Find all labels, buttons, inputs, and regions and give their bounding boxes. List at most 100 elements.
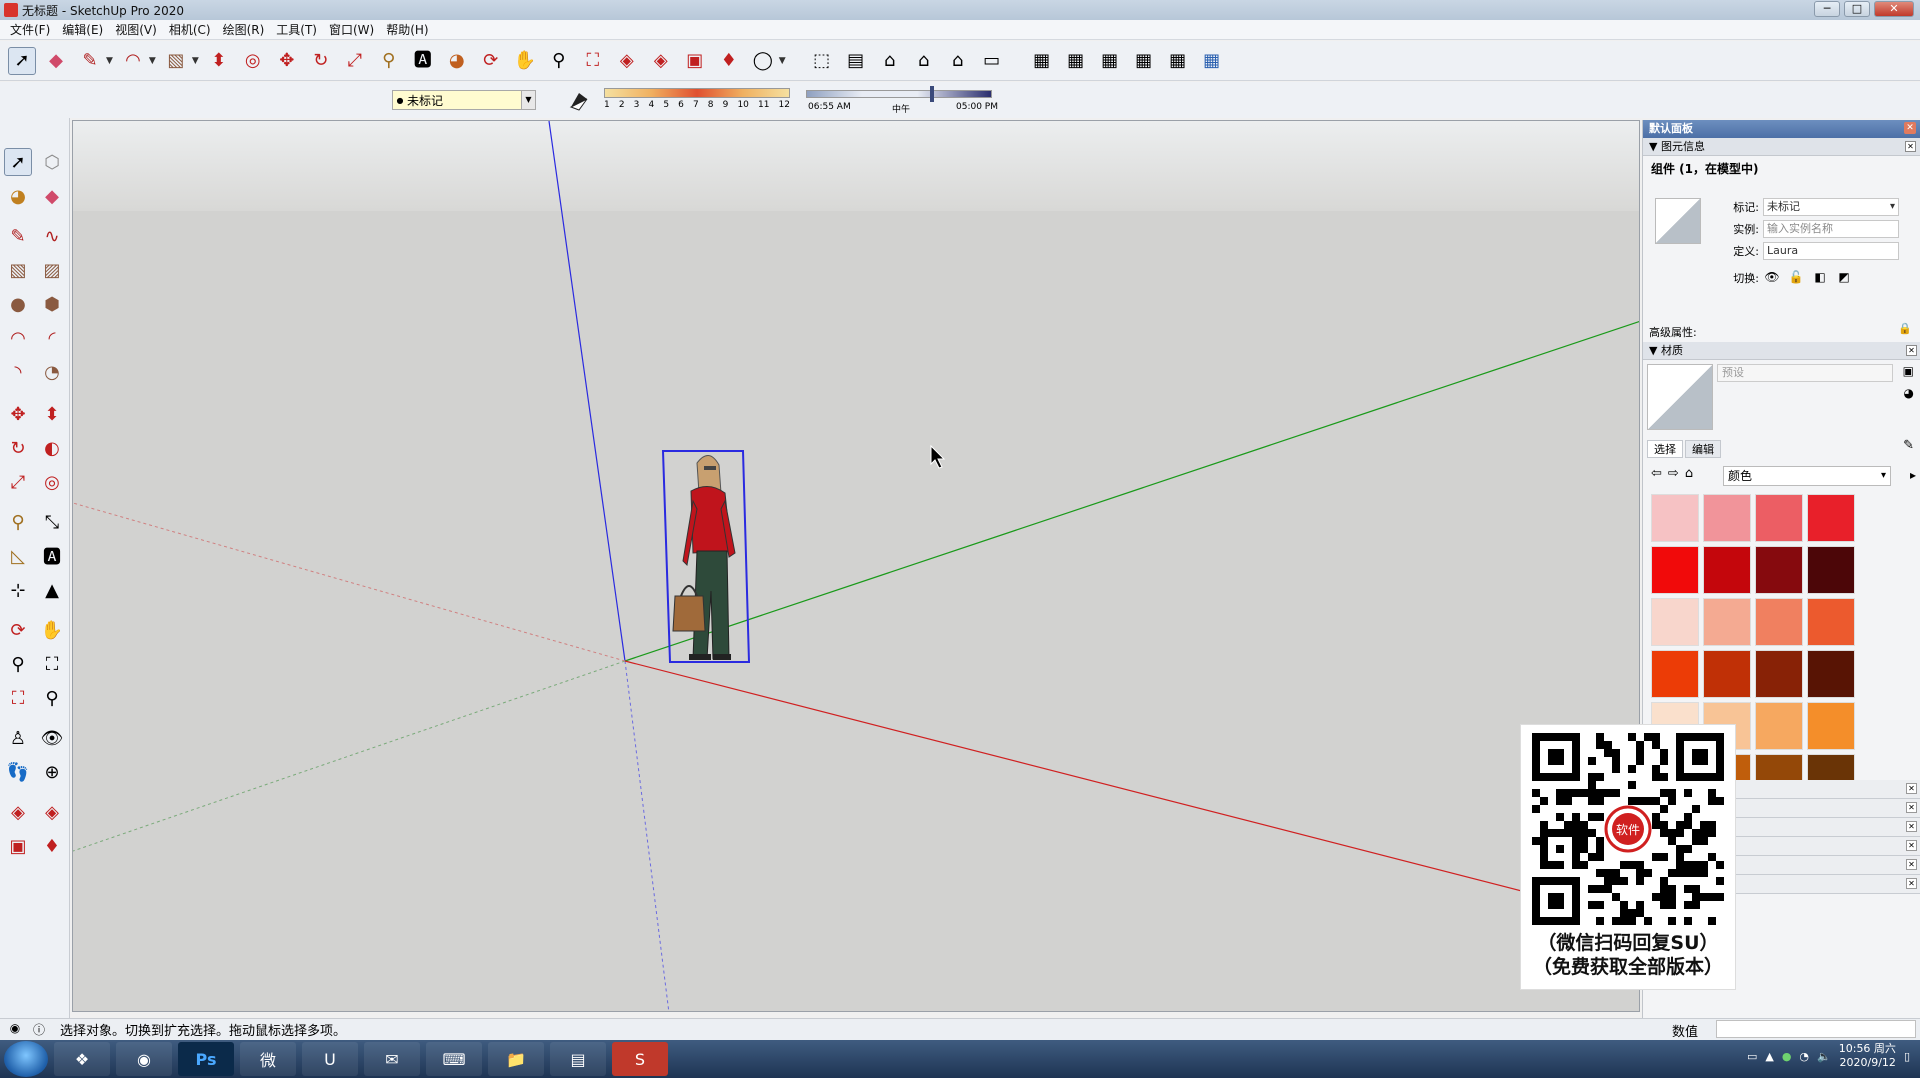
shaded-style-icon[interactable]: ▦ — [1130, 47, 1158, 75]
rotated-rectangle-icon[interactable]: ▨ — [38, 256, 66, 284]
make-component-icon[interactable]: ⬡ — [38, 148, 66, 176]
protractor-icon[interactable]: ◺ — [4, 542, 32, 570]
material-swatch[interactable] — [1807, 546, 1855, 594]
create-material-icon[interactable]: ▣ — [1903, 364, 1914, 378]
line-dropdown-icon[interactable]: ▼ — [106, 56, 113, 66]
laura-figure[interactable] — [661, 450, 751, 663]
material-swatch[interactable] — [1703, 598, 1751, 646]
section-plane-icon[interactable]: ⊕ — [38, 758, 66, 786]
warehouse-icon[interactable]: ◈ — [4, 798, 32, 826]
look-around-icon[interactable]: 👁 — [38, 724, 66, 752]
instance-name-input[interactable]: 输入实例名称 — [1763, 220, 1899, 238]
taskbar-app-archive[interactable]: ▤ — [550, 1042, 606, 1076]
section-close-icon[interactable]: ✕ — [1906, 783, 1917, 794]
position-camera-icon[interactable]: ♙ — [4, 724, 32, 752]
material-swatch[interactable] — [1651, 598, 1699, 646]
tab-edit[interactable]: 编辑 — [1685, 440, 1721, 458]
shape-dropdown-icon[interactable]: ▼ — [192, 56, 199, 66]
pan-tool-icon[interactable]: ✋ — [511, 47, 539, 75]
top-view-icon[interactable]: ▤ — [842, 47, 870, 75]
taskbar-app-wechat[interactable]: 微 — [240, 1042, 296, 1076]
section-close-icon[interactable]: ✕ — [1906, 840, 1917, 851]
visibility-eye-icon[interactable]: 👁 — [1763, 270, 1781, 286]
scale-tool-icon[interactable]: ⤢ — [341, 47, 369, 75]
move-tool-icon[interactable]: ✥ — [273, 47, 301, 75]
account-icon[interactable]: ◯ — [749, 47, 777, 75]
tab-select[interactable]: 选择 — [1647, 440, 1683, 458]
material-name-field[interactable]: 预设 — [1717, 364, 1893, 382]
material-swatch[interactable] — [1755, 650, 1803, 698]
entity-info-header[interactable]: ▼ 图元信息 ✕ — [1643, 138, 1920, 156]
forward-arrow-icon[interactable]: ⇨ — [1668, 466, 1679, 481]
minimize-button[interactable]: ─ — [1814, 1, 1840, 17]
menu-help[interactable]: 帮助(H) — [380, 20, 434, 40]
select-tool-icon[interactable]: ➚ — [4, 148, 32, 176]
tray-close-icon[interactable]: ✕ — [1904, 122, 1916, 134]
circle-tool-icon[interactable]: ● — [4, 290, 32, 318]
xray-style-icon[interactable]: ▦ — [1028, 47, 1056, 75]
orbit-tool-icon[interactable]: ⟳ — [477, 47, 505, 75]
back-arrow-icon[interactable]: ⇦ — [1651, 466, 1662, 481]
material-swatch[interactable] — [1807, 650, 1855, 698]
section-close-icon[interactable]: ✕ — [1906, 821, 1917, 832]
scale-tool-icon[interactable]: ⤢ — [4, 468, 32, 496]
rectangle-tool-icon[interactable]: ▧ — [4, 256, 32, 284]
menu-view[interactable]: 视图(V) — [109, 20, 163, 40]
layout-icon[interactable]: ▣ — [681, 47, 709, 75]
walk-tool-icon[interactable]: 👣 — [4, 758, 32, 786]
menu-draw[interactable]: 绘图(R) — [217, 20, 271, 40]
rotate-tool-icon[interactable]: ↻ — [307, 47, 335, 75]
paint-bucket-icon[interactable]: ◕ — [443, 47, 471, 75]
pie-tool-icon[interactable]: ◔ — [38, 358, 66, 386]
orbit-tool-icon[interactable]: ⟳ — [4, 616, 32, 644]
pan-tool-icon[interactable]: ✋ — [38, 616, 66, 644]
tray-network-icon[interactable]: ◔ — [1799, 1050, 1809, 1063]
previous-view-icon[interactable]: ⚲ — [38, 684, 66, 712]
menu-tools[interactable]: 工具(T) — [270, 20, 323, 40]
menu-file[interactable]: 文件(F) — [4, 20, 56, 40]
two-point-arc-icon[interactable]: ◜ — [38, 324, 66, 352]
cast-shadow-icon[interactable]: ◧ — [1811, 270, 1829, 286]
taskbar-app-chrome-icon[interactable]: ◉ — [116, 1042, 172, 1076]
definition-name-input[interactable]: Laura — [1763, 242, 1899, 260]
eyedropper-icon[interactable]: ✎ — [1903, 438, 1914, 453]
model-viewport[interactable] — [72, 120, 1640, 1012]
material-swatch[interactable] — [1755, 494, 1803, 542]
menu-window[interactable]: 窗口(W) — [323, 20, 380, 40]
zoom-extents-icon[interactable]: ⛶ — [4, 684, 32, 712]
taskbar-app-explorer[interactable]: 📁 — [488, 1042, 544, 1076]
close-button[interactable]: ✕ — [1874, 1, 1914, 17]
tag-select[interactable]: 未标记 — [1763, 198, 1899, 216]
push-pull-tool-icon[interactable]: ⬍ — [205, 47, 233, 75]
extension-warehouse-icon[interactable]: ◈ — [647, 47, 675, 75]
section-close-icon[interactable]: ✕ — [1906, 345, 1917, 356]
time-slider-handle[interactable] — [930, 86, 934, 102]
tray-arrow-icon[interactable]: ▲ — [1765, 1050, 1773, 1063]
eraser-tool-icon[interactable]: ◆ — [42, 47, 70, 75]
polygon-tool-icon[interactable]: ⬢ — [38, 290, 66, 318]
system-clock[interactable]: 10:56 周六 2020/9/12 — [1839, 1042, 1896, 1070]
follow-me-icon[interactable]: ◐ — [38, 434, 66, 462]
material-swatch[interactable] — [1703, 650, 1751, 698]
menu-edit[interactable]: 编辑(E) — [56, 20, 109, 40]
lock-icon[interactable]: 🔓 — [1787, 270, 1805, 286]
iso-view-icon[interactable]: ⬚ — [808, 47, 836, 75]
front-view-icon[interactable]: ⌂ — [876, 47, 904, 75]
select-tool-icon[interactable]: ➚ — [8, 46, 36, 75]
taskbar-app-sketchup[interactable]: S — [612, 1042, 668, 1076]
zoom-window-icon[interactable]: ⛶ — [38, 650, 66, 678]
hidden-line-style-icon[interactable]: ▦ — [1096, 47, 1124, 75]
move-tool-icon[interactable]: ✥ — [4, 400, 32, 428]
offset-tool-icon[interactable]: ◎ — [239, 47, 267, 75]
details-arrow-icon[interactable]: ▸ — [1910, 468, 1916, 482]
rotate-tool-icon[interactable]: ↻ — [4, 434, 32, 462]
lock-icon[interactable]: 🔒 — [1898, 322, 1912, 335]
left-view-icon[interactable]: ▭ — [978, 47, 1006, 75]
arc-tool-icon[interactable]: ◠ — [4, 324, 32, 352]
tag-dropdown[interactable]: ● 未标记 ▼ — [392, 90, 536, 110]
axes-tool-icon[interactable]: ⊹ — [4, 576, 32, 604]
geolocation-icon[interactable]: ◉ — [6, 1021, 24, 1039]
taskbar-app-mail[interactable]: ✉ — [364, 1042, 420, 1076]
material-swatch[interactable] — [1651, 650, 1699, 698]
chevron-down-icon[interactable]: ▼ — [521, 91, 535, 109]
